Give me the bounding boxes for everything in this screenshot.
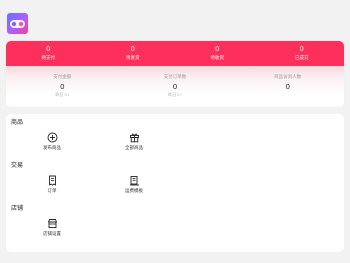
order-label: 已成交 xyxy=(295,55,309,60)
publish-product-button[interactable]: 发布商品 xyxy=(32,132,72,151)
gift-icon xyxy=(129,133,139,143)
section-title-trade: 交易 xyxy=(11,163,24,169)
order-pending-receipt[interactable]: 0 待收货 xyxy=(175,41,260,66)
order-count: 0 xyxy=(130,46,135,53)
orders-button[interactable]: 订单 xyxy=(32,175,72,194)
all-products-button[interactable]: 全部商品 xyxy=(114,132,154,151)
metrics-row: 支付金额 0 昨日 0 › 支付订单数 0 昨日 0 › 商品访问人数 0 xyxy=(6,66,344,107)
order-count: 0 xyxy=(46,46,51,53)
metric-value: 0 xyxy=(285,82,290,91)
tile-label: 全部商品 xyxy=(125,145,143,150)
order-doc-icon xyxy=(48,175,56,186)
metric-label: 支付金额 xyxy=(53,74,72,79)
order-label: 待发货 xyxy=(126,55,140,60)
tile-label: 发布商品 xyxy=(43,145,61,150)
metric-value: 0 xyxy=(60,82,65,91)
section-title-store: 店铺 xyxy=(11,206,24,212)
metric-label: 商品访问人数 xyxy=(274,74,302,79)
stats-card: 0 待支付 0 待发货 0 待收货 0 已成交 支付金额 0 昨日 0 › 支付… xyxy=(6,41,344,107)
order-status-bar: 0 待支付 0 待发货 0 待收货 0 已成交 xyxy=(6,41,344,66)
order-count: 0 xyxy=(299,46,304,53)
order-pending-shipment[interactable]: 0 待发货 xyxy=(91,41,176,66)
section-title-products: 商品 xyxy=(11,120,24,126)
metric-yesterday: 昨日 0 › xyxy=(168,92,182,97)
metric-yesterday: 昨日 0 › xyxy=(55,92,70,97)
order-label: 待收货 xyxy=(210,55,225,60)
tile-label: 店铺设置 xyxy=(43,231,61,236)
menu-card: 商品 发布商品 全部商品 交易 订单 运费模板 店铺 店铺设置 xyxy=(6,114,344,252)
order-completed[interactable]: 0 已成交 xyxy=(260,41,345,66)
metric-label: 支付订单数 xyxy=(163,74,187,79)
store-settings-button[interactable]: 店铺设置 xyxy=(32,218,72,237)
order-count: 0 xyxy=(215,46,220,53)
shipping-template-icon xyxy=(129,176,139,186)
metric-product-visitors[interactable]: 商品访问人数 0 xyxy=(231,66,344,107)
order-pending-payment[interactable]: 0 待支付 xyxy=(6,41,91,66)
order-label: 待支付 xyxy=(41,55,56,60)
metric-payment-amount[interactable]: 支付金额 0 昨日 0 › xyxy=(6,66,119,107)
plus-circle-icon xyxy=(47,132,57,143)
metric-payment-orders[interactable]: 支付订单数 0 昨日 0 › xyxy=(119,66,232,107)
tile-label: 订单 xyxy=(47,188,57,193)
app-logo-icon xyxy=(7,13,28,34)
tile-label: 运费模板 xyxy=(125,188,143,193)
metric-value: 0 xyxy=(172,82,178,91)
shipping-template-button[interactable]: 运费模板 xyxy=(114,175,154,194)
store-icon xyxy=(47,219,57,228)
